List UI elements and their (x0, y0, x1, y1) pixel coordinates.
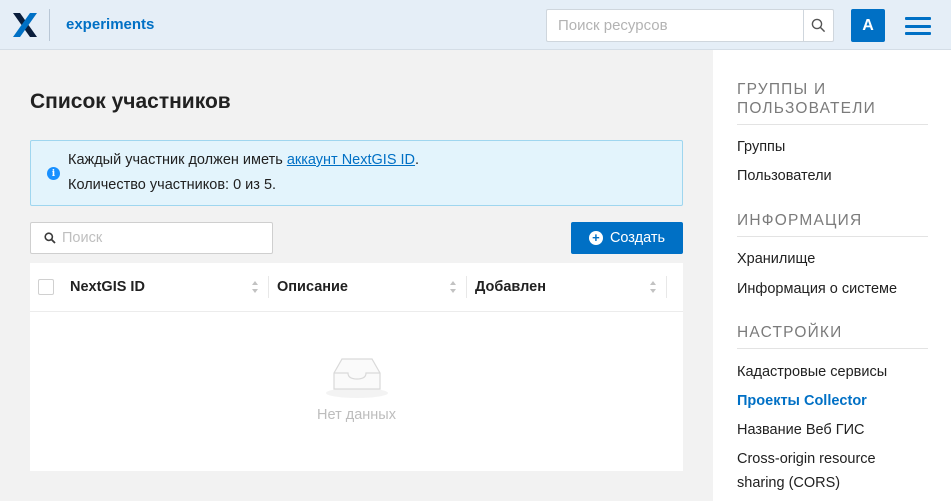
sort-icon[interactable] (251, 280, 259, 294)
column-divider (268, 276, 269, 298)
plus-circle-icon: + (588, 231, 603, 245)
column-header-description[interactable]: Описание (277, 279, 348, 295)
sidebar-heading-settings: Настройки (737, 324, 843, 341)
sidebar-item-storage[interactable]: Хранилище (737, 247, 815, 271)
sidebar-heading-information: Информация (737, 212, 863, 229)
member-search-input[interactable] (62, 223, 267, 253)
search-icon (811, 18, 826, 33)
search-icon (44, 232, 56, 244)
sidebar-heading-groups-users: Группы и пользователи (737, 81, 876, 117)
member-count-text: Количество участников: 0 из 5. (68, 177, 277, 193)
sidebar-item-cadastral-services[interactable]: Кадастровые сервисы (737, 360, 887, 384)
info-text: Каждый участник должен иметь (68, 152, 287, 168)
column-header-nextgis-id[interactable]: NextGIS ID (70, 279, 145, 295)
info-alert-line1: Каждый участник должен иметь аккаунт Nex… (68, 152, 419, 168)
sidebar-divider (737, 124, 928, 125)
info-text: . (415, 152, 420, 168)
table-header: NextGIS ID Описание Добавлен (30, 263, 683, 312)
top-header: experiments A (0, 0, 951, 50)
sidebar-item-groups[interactable]: Группы (737, 135, 785, 159)
sidebar-item-system-info[interactable]: Информация о системе (737, 277, 897, 301)
page-title: Список участников (30, 90, 231, 113)
create-button[interactable]: + Создать (571, 222, 683, 254)
user-avatar-button[interactable]: A (851, 9, 885, 42)
sidebar-divider (737, 348, 928, 349)
resource-search-input[interactable] (546, 9, 804, 42)
select-all-checkbox[interactable] (38, 279, 54, 295)
nextgis-logo-icon[interactable] (12, 12, 38, 38)
resource-search-button[interactable] (803, 9, 834, 42)
hamburger-menu-icon[interactable] (905, 17, 931, 35)
sort-icon[interactable] (649, 280, 657, 294)
create-button-label: Создать (609, 230, 666, 246)
column-divider (466, 276, 467, 298)
sidebar-divider (737, 236, 928, 237)
menu-bar (905, 24, 931, 28)
menu-bar (905, 17, 931, 20)
logo-divider (49, 9, 50, 41)
sidebar-item-webgis-name[interactable]: Название Веб ГИС (737, 418, 864, 442)
sidebar-item-collector-projects[interactable]: Проекты Collector (737, 389, 867, 413)
nextgis-id-account-link[interactable]: аккаунт NextGIS ID (287, 152, 415, 168)
member-search-field[interactable] (30, 222, 273, 254)
empty-state-text: Нет данных (317, 407, 396, 423)
sort-icon[interactable] (449, 280, 457, 294)
column-divider (666, 276, 667, 298)
empty-inbox-icon (326, 358, 388, 398)
sidebar-item-users[interactable]: Пользователи (737, 164, 832, 188)
right-sidebar: Группы и пользователи Группы Пользовател… (713, 50, 951, 501)
app-title-link[interactable]: experiments (66, 16, 154, 33)
column-header-added[interactable]: Добавлен (475, 279, 546, 295)
members-table: NextGIS ID Описание Добавлен Нет данных (30, 263, 683, 471)
menu-bar (905, 32, 931, 35)
info-icon: i (47, 167, 60, 180)
sidebar-item-cors[interactable]: Cross-origin resource sharing (CORS) (737, 447, 915, 495)
info-alert: i Каждый участник должен иметь аккаунт N… (30, 140, 683, 206)
